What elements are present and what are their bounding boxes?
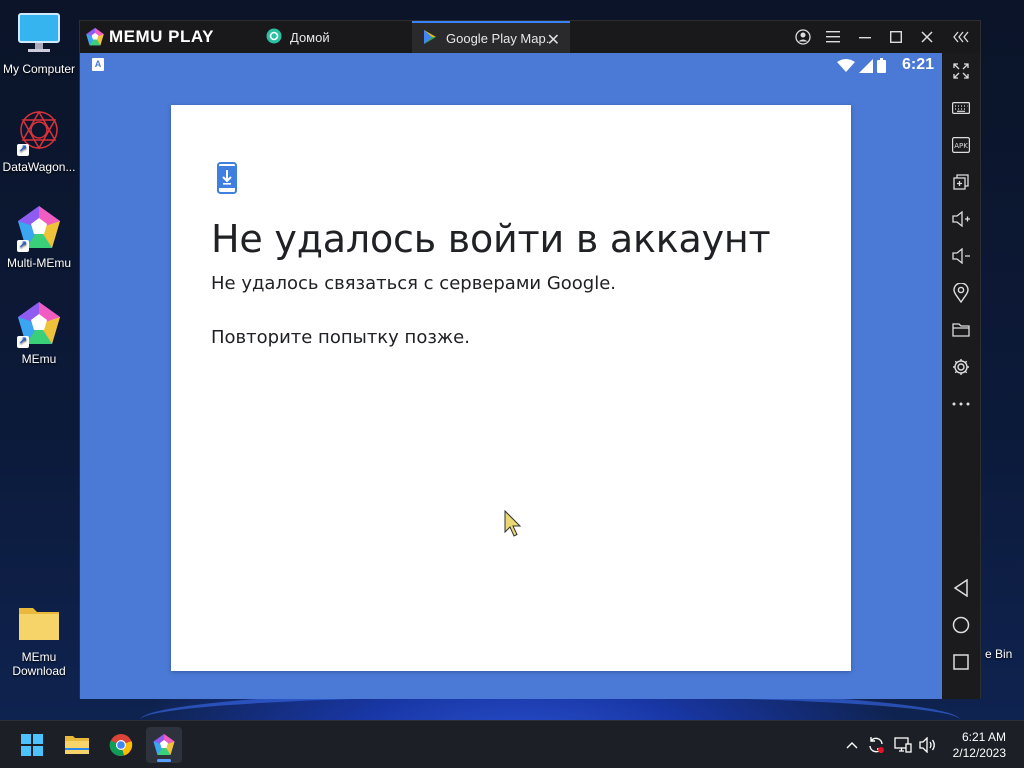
collapse-sidebar-icon[interactable] (951, 27, 971, 47)
sign-in-error-dialog: Не удалось войти в аккаунт Не удалось св… (171, 105, 851, 671)
clock-time: 6:21 AM (961, 730, 1006, 744)
tab-label: Домой (290, 29, 330, 45)
sync-icon[interactable] (866, 735, 886, 755)
shortcut-arrow-icon: ↗ (17, 240, 29, 252)
home-tab-icon (266, 28, 282, 47)
system-clock[interactable]: 6:21 AM 2/12/2023 (953, 729, 1006, 761)
home-icon[interactable] (951, 615, 971, 635)
apk-text: APK (954, 142, 968, 150)
datawagon-icon: ↗ (15, 108, 63, 156)
minimize-icon[interactable] (855, 27, 875, 47)
multi-window-icon[interactable] (951, 172, 971, 192)
status-time: 6:21 (901, 56, 934, 73)
maximize-icon[interactable] (886, 27, 906, 47)
settings-icon[interactable] (951, 357, 971, 377)
monitor-icon (15, 10, 63, 58)
signal-icon (859, 58, 873, 73)
status-icons (837, 58, 886, 73)
start-button-icon[interactable] (14, 727, 50, 763)
clock-date: 2/12/2023 (952, 746, 1006, 760)
chrome-icon[interactable] (103, 727, 139, 763)
network-icon[interactable] (893, 735, 913, 755)
shortcut-arrow-icon: ↗ (17, 144, 29, 156)
apk-icon[interactable]: APK (951, 135, 971, 155)
wifi-icon (837, 58, 855, 72)
close-tab-icon[interactable]: ✕ (547, 30, 560, 50)
recents-icon[interactable] (951, 652, 971, 672)
mouse-cursor-icon (504, 509, 524, 543)
memu-emulator-window: MEMU PLAY Домой Google Play Map. ✕ A 6:2… (79, 20, 981, 699)
desktop-icon-memu-download[interactable]: MEmu Download (0, 598, 78, 678)
chevron-up-icon[interactable] (842, 735, 862, 755)
desktop-icon-multi-memu[interactable]: ↗ Multi-MEmu (0, 204, 78, 270)
android-screen[interactable]: A 6:21 Не удалось войти в аккаунт Не уда… (80, 53, 942, 699)
volume-icon[interactable] (918, 735, 938, 755)
logo-text: MEMU PLAY (109, 27, 214, 46)
memu-taskbar-icon[interactable] (146, 727, 182, 763)
more-icon[interactable] (951, 394, 971, 414)
phone-download-icon (217, 162, 237, 199)
folder-icon (15, 598, 63, 646)
android-status-bar: A 6:21 (80, 53, 942, 77)
folder-icon[interactable] (951, 320, 971, 340)
back-icon[interactable] (951, 578, 971, 598)
dialog-retry-message: Повторите попытку позже. (211, 327, 470, 348)
memu-logo: MEMU PLAY (85, 27, 214, 47)
tab-google-play[interactable]: Google Play Map. ✕ (412, 21, 570, 53)
fullscreen-icon[interactable] (951, 61, 971, 81)
tab-home[interactable]: Домой (260, 21, 410, 53)
close-icon[interactable] (917, 27, 937, 47)
multi-memu-icon: ↗ (15, 204, 63, 252)
account-icon[interactable] (793, 27, 813, 47)
desktop-icon-datawagon[interactable]: ↗ DataWagon... (0, 108, 78, 174)
file-explorer-icon[interactable] (59, 727, 95, 763)
shortcut-arrow-icon: ↗ (17, 336, 29, 348)
tab-label: Google Play Map. (446, 30, 550, 46)
dialog-message: Не удалось связаться с серверами Google. (211, 273, 617, 294)
battery-icon (877, 58, 886, 73)
desktop-icon-label: Multi-MEmu (6, 256, 71, 270)
volume-down-icon[interactable] (951, 246, 971, 266)
location-icon[interactable] (951, 283, 971, 303)
memu-logo-icon (86, 27, 104, 46)
notification-badge: A (92, 58, 104, 71)
memu-icon: ↗ (15, 300, 63, 348)
volume-up-icon[interactable] (951, 209, 971, 229)
windows-taskbar: 6:21 AM 2/12/2023 (0, 720, 1024, 768)
emulator-toolbar: APK (942, 53, 980, 699)
desktop-icon-label: DataWagon... (2, 160, 76, 174)
desktop-icon-label: MEmu (21, 352, 57, 366)
title-bar: MEMU PLAY Домой Google Play Map. ✕ (80, 21, 980, 53)
keyboard-icon[interactable] (951, 98, 971, 118)
dialog-title: Не удалось войти в аккаунт (211, 217, 771, 261)
menu-icon[interactable] (823, 27, 843, 47)
desktop-icon-label: My Computer (2, 62, 76, 76)
desktop-icon-my-computer[interactable]: My Computer (0, 10, 78, 76)
desktop-icon-label: MEmu Download (12, 650, 66, 678)
desktop-icon-memu[interactable]: ↗ MEmu (0, 300, 78, 366)
recycle-bin-label[interactable]: e Bin (985, 647, 1012, 661)
google-play-icon (422, 29, 438, 48)
